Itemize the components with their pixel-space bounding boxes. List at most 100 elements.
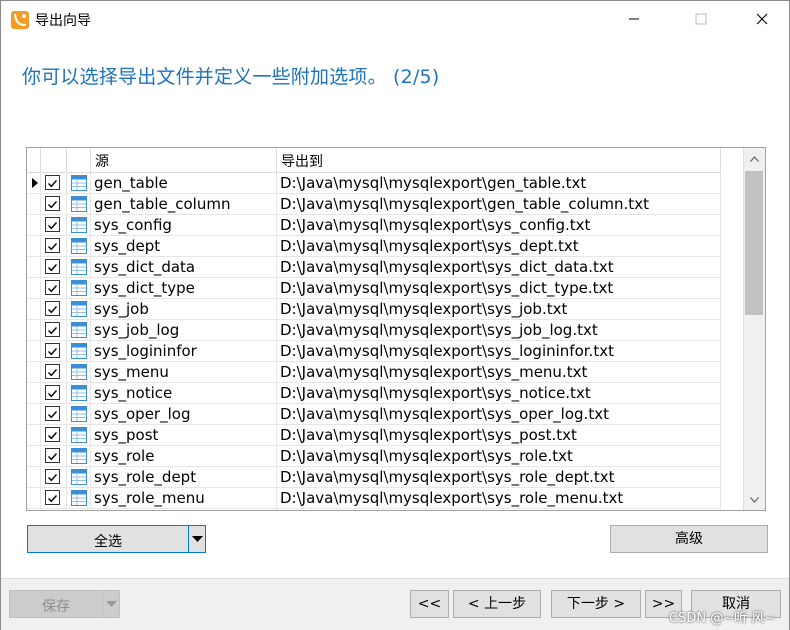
row-source-cell[interactable]: gen_table_column: [91, 194, 277, 215]
title-bar[interactable]: 导出向导: [1, 1, 789, 39]
table-row[interactable]: sys_dict_data D:\Java\mysql\mysqlexport\s…: [27, 257, 721, 278]
row-source-cell[interactable]: sys_dict_data: [91, 257, 277, 278]
row-checkbox[interactable]: [45, 322, 60, 337]
row-checkbox-cell[interactable]: [41, 446, 67, 467]
chevron-down-icon: [192, 536, 203, 542]
row-dest-cell[interactable]: D:\Java\mysql\mysqlexport\sys_oper_log.t…: [277, 404, 721, 425]
row-source-cell[interactable]: sys_post: [91, 425, 277, 446]
row-source-cell[interactable]: sys_role_dept: [91, 467, 277, 488]
row-checkbox-cell[interactable]: [41, 173, 67, 194]
row-checkbox-cell[interactable]: [41, 341, 67, 362]
table-row[interactable]: sys_dept D:\Java\mysql\mysqlexport\sys_de…: [27, 236, 721, 257]
maximize-icon[interactable]: [678, 1, 724, 37]
row-checkbox-cell[interactable]: [41, 299, 67, 320]
row-checkbox-cell[interactable]: [41, 320, 67, 341]
row-checkbox[interactable]: [45, 469, 60, 484]
row-source-cell[interactable]: sys_job: [91, 299, 277, 320]
row-checkbox[interactable]: [45, 364, 60, 379]
table-row[interactable]: sys_job D:\Java\mysql\mysqlexport\sys_job…: [27, 299, 721, 320]
row-checkbox[interactable]: [45, 427, 60, 442]
row-checkbox-cell[interactable]: [41, 236, 67, 257]
row-dest-cell[interactable]: D:\Java\mysql\mysqlexport\gen_table_colu…: [277, 194, 721, 215]
row-source-cell[interactable]: sys_notice: [91, 383, 277, 404]
row-dest-cell[interactable]: D:\Java\mysql\mysqlexport\sys_dept.txt: [277, 236, 721, 257]
row-checkbox[interactable]: [45, 175, 60, 190]
row-checkbox-cell[interactable]: [41, 362, 67, 383]
table-row[interactable]: sys_logininfor D:\Java\mysql\mysqlexport\…: [27, 341, 721, 362]
row-source-cell[interactable]: sys_role: [91, 446, 277, 467]
minimize-icon[interactable]: [611, 1, 657, 37]
row-checkbox-cell[interactable]: [41, 257, 67, 278]
row-source-cell[interactable]: gen_table: [91, 173, 277, 194]
row-checkbox-cell[interactable]: [41, 383, 67, 404]
row-checkbox-cell[interactable]: [41, 488, 67, 509]
row-checkbox[interactable]: [45, 259, 60, 274]
scroll-down-icon[interactable]: [744, 489, 765, 510]
table-row[interactable]: sys_menu D:\Java\mysql\mysqlexport\sys_me…: [27, 362, 721, 383]
row-checkbox[interactable]: [45, 238, 60, 253]
table-row[interactable]: sys_notice D:\Java\mysql\mysqlexport\sys_…: [27, 383, 721, 404]
row-dest-cell[interactable]: D:\Java\mysql\mysqlexport\sys_job_log.tx…: [277, 320, 721, 341]
row-checkbox-cell[interactable]: [41, 404, 67, 425]
row-source-cell[interactable]: sys_oper_log: [91, 404, 277, 425]
row-dest-cell[interactable]: D:\Java\mysql\mysqlexport\sys_job.txt: [277, 299, 721, 320]
row-source-cell[interactable]: sys_dict_type: [91, 278, 277, 299]
select-all-button[interactable]: 全选: [27, 525, 206, 553]
table-row[interactable]: sys_job_log D:\Java\mysql\mysqlexport\sys…: [27, 320, 721, 341]
table-row[interactable]: sys_role_menu D:\Java\mysql\mysqlexport\s…: [27, 488, 721, 509]
row-checkbox[interactable]: [45, 196, 60, 211]
table-row[interactable]: gen_table_column D:\Java\mysql\mysqlexpor…: [27, 194, 721, 215]
row-dest-cell[interactable]: D:\Java\mysql\mysqlexport\sys_notice.txt: [277, 383, 721, 404]
row-source-cell[interactable]: sys_job_log: [91, 320, 277, 341]
row-checkbox-cell[interactable]: [41, 467, 67, 488]
row-source-cell[interactable]: sys_logininfor: [91, 341, 277, 362]
row-checkbox[interactable]: [45, 280, 60, 295]
select-all-dropdown[interactable]: [188, 526, 206, 552]
table-row[interactable]: sys_dict_type D:\Java\mysql\mysqlexport\s…: [27, 278, 721, 299]
row-dest-cell[interactable]: D:\Java\mysql\mysqlexport\sys_role_menu.…: [277, 488, 721, 509]
row-checkbox[interactable]: [45, 490, 60, 505]
row-checkbox[interactable]: [45, 301, 60, 316]
row-checkbox-cell[interactable]: [41, 278, 67, 299]
row-source-cell[interactable]: sys_dept: [91, 236, 277, 257]
table-row[interactable]: sys_post D:\Java\mysql\mysqlexport\sys_po…: [27, 425, 721, 446]
row-dest-cell[interactable]: D:\Java\mysql\mysqlexport\sys_dict_type.…: [277, 278, 721, 299]
row-dest-cell[interactable]: D:\Java\mysql\mysqlexport\gen_table.txt: [277, 173, 721, 194]
row-checkbox[interactable]: [45, 343, 60, 358]
next-step-button[interactable]: 下一步 >: [551, 590, 641, 618]
row-icon-cell: [67, 257, 91, 278]
table-row[interactable]: gen_table D:\Java\mysql\mysqlexport\gen_t…: [27, 173, 721, 194]
row-checkbox[interactable]: [45, 217, 60, 232]
checkmark-icon: [48, 222, 58, 230]
table-row[interactable]: sys_role_dept D:\Java\mysql\mysqlexport\s…: [27, 467, 721, 488]
row-dest-cell[interactable]: D:\Java\mysql\mysqlexport\sys_role.txt: [277, 446, 721, 467]
previous-step-button[interactable]: < 上一步: [453, 590, 541, 618]
row-dest-cell[interactable]: D:\Java\mysql\mysqlexport\sys_dict_data.…: [277, 257, 721, 278]
table-row[interactable]: sys_oper_log D:\Java\mysql\mysqlexport\sy…: [27, 404, 721, 425]
close-icon[interactable]: [739, 1, 785, 37]
scroll-up-icon[interactable]: [744, 148, 765, 169]
first-step-button[interactable]: <<: [410, 590, 449, 618]
row-checkbox[interactable]: [45, 385, 60, 400]
advanced-button[interactable]: 高级: [610, 525, 768, 553]
row-checkbox-cell[interactable]: [41, 215, 67, 236]
header-export-to[interactable]: 导出到: [277, 148, 721, 172]
row-dest-cell[interactable]: D:\Java\mysql\mysqlexport\sys_logininfor…: [277, 341, 721, 362]
row-checkbox[interactable]: [45, 448, 60, 463]
row-source-cell[interactable]: sys_menu: [91, 362, 277, 383]
table-row[interactable]: sys_role D:\Java\mysql\mysqlexport\sys_ro…: [27, 446, 721, 467]
row-checkbox[interactable]: [45, 406, 60, 421]
row-dest-cell[interactable]: D:\Java\mysql\mysqlexport\sys_config.txt: [277, 215, 721, 236]
vertical-scrollbar[interactable]: [743, 148, 765, 510]
row-dest-cell[interactable]: D:\Java\mysql\mysqlexport\sys_role_dept.…: [277, 467, 721, 488]
row-dest-cell[interactable]: D:\Java\mysql\mysqlexport\sys_menu.txt: [277, 362, 721, 383]
header-source[interactable]: 源: [91, 148, 277, 172]
table-row[interactable]: sys_config D:\Java\mysql\mysqlexport\sys_…: [27, 215, 721, 236]
row-dest-cell[interactable]: D:\Java\mysql\mysqlexport\sys_post.txt: [277, 425, 721, 446]
row-source-cell[interactable]: sys_config: [91, 215, 277, 236]
scroll-thumb[interactable]: [745, 171, 763, 315]
row-source: sys_role_menu: [94, 489, 205, 507]
row-checkbox-cell[interactable]: [41, 194, 67, 215]
row-checkbox-cell[interactable]: [41, 425, 67, 446]
row-source-cell[interactable]: sys_role_menu: [91, 488, 277, 509]
